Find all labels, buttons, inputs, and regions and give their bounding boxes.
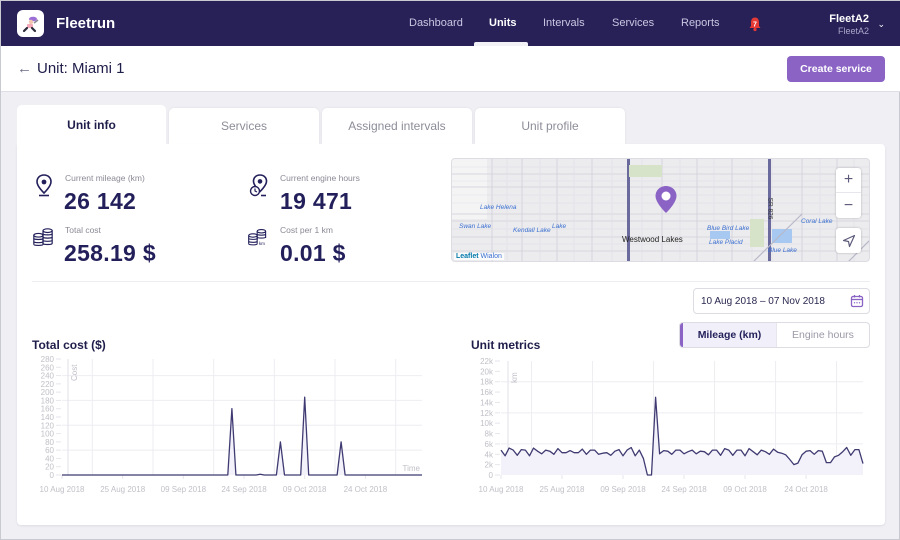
- series-area: [501, 397, 863, 475]
- y-tick-label: 6k: [485, 440, 494, 449]
- y-tick-label: 20k: [480, 367, 494, 376]
- y-tick-label: 0: [489, 471, 494, 480]
- x-tick-label: 09 Sep 2018: [600, 485, 646, 494]
- y-tick-label: 14k: [480, 398, 494, 407]
- y-tick-label: 8k: [485, 430, 494, 439]
- y-tick-label: 22k: [480, 357, 494, 366]
- x-tick-label: 09 Oct 2018: [723, 485, 767, 494]
- x-tick-label: 10 Aug 2018: [479, 485, 524, 494]
- unit-metrics-chart: 02k 4k6k8k 10k12k 14k16k18k 20k22k 10 Aug 201…: [479, 357, 864, 494]
- y-tick-label: 2k: [485, 461, 494, 470]
- y-axis-name: km: [510, 372, 519, 383]
- y-tick-label: 12k: [480, 409, 494, 418]
- y-tick-label: 18k: [480, 378, 494, 387]
- y-tick-label: 4k: [485, 450, 494, 459]
- y-tick-label: 10k: [480, 419, 494, 428]
- tab-unit-info[interactable]: Unit info: [17, 105, 166, 145]
- y-tick-label: 16k: [480, 388, 494, 397]
- x-tick-label: 24 Sep 2018: [661, 485, 707, 494]
- x-tick-label: 25 Aug 2018: [540, 485, 585, 494]
- x-tick-label: 24 Oct 2018: [784, 485, 828, 494]
